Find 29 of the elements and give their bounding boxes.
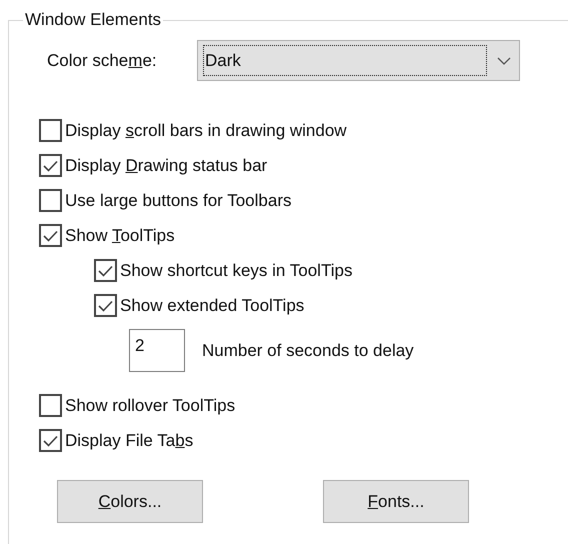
checkbox[interactable] <box>94 294 117 317</box>
delay-input-field[interactable]: 2 <box>129 329 185 372</box>
checkmark-icon <box>43 230 58 242</box>
color-scheme-label: Color scheme: <box>47 50 158 72</box>
color-scheme-dropdown[interactable]: Dark <box>197 40 520 81</box>
checkbox[interactable] <box>39 119 62 142</box>
checkbox[interactable] <box>39 224 62 247</box>
option-label: Show shortcut keys in ToolTips <box>120 260 352 282</box>
option-label: Display File Tabs <box>65 430 194 452</box>
dialog-button[interactable]: Fonts... <box>323 480 469 523</box>
option-label: Show ToolTips <box>65 224 175 247</box>
checkmark-icon <box>43 160 58 172</box>
checkbox[interactable] <box>39 189 62 212</box>
option-label: Use large buttons for Toolbars <box>65 190 292 212</box>
option-label: Display scroll bars in drawing window <box>65 120 347 142</box>
checkbox[interactable] <box>39 154 62 177</box>
checkmark-icon <box>98 264 113 276</box>
checkmark-icon <box>98 300 113 312</box>
option-label: Display Drawing status bar <box>65 154 268 177</box>
chevron-down-icon <box>497 56 511 64</box>
checkbox[interactable] <box>39 429 62 452</box>
checkbox[interactable] <box>94 259 117 282</box>
dropdown-value: Dark <box>203 45 487 76</box>
checkbox[interactable] <box>39 394 62 417</box>
option-label: Show rollover ToolTips <box>65 394 236 417</box>
dialog-button[interactable]: Colors... <box>57 480 203 523</box>
option-label: Number of seconds to delay <box>202 340 414 362</box>
checkmark-icon <box>43 434 58 446</box>
option-label: Show extended ToolTips <box>120 294 304 317</box>
